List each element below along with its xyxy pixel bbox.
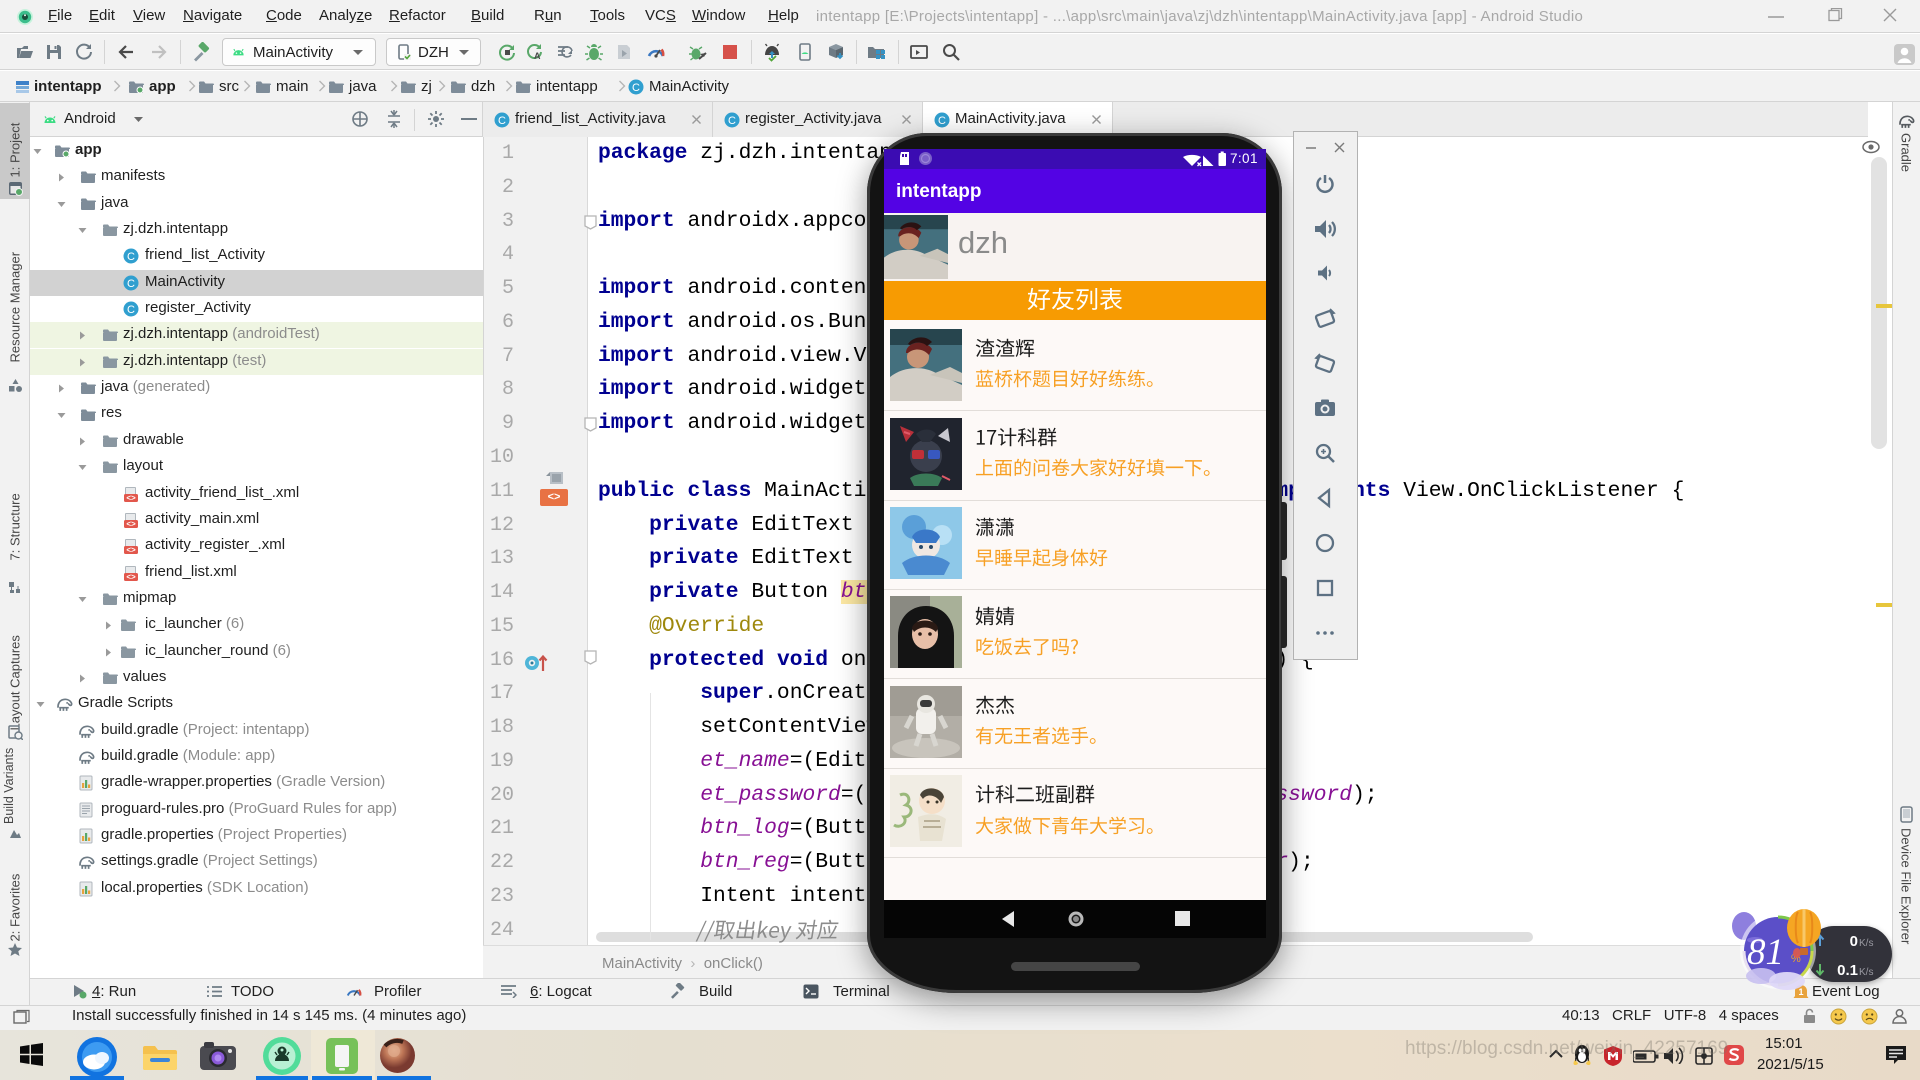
svg-text:0: 0 (1850, 933, 1858, 950)
svg-text:C: C (728, 115, 736, 127)
svg-text:K/s: K/s (1859, 967, 1873, 978)
svg-text:C: C (938, 115, 946, 127)
svg-text:<>: <> (126, 519, 136, 528)
svg-text:K/s: K/s (1859, 938, 1873, 949)
svg-text:C: C (127, 278, 135, 290)
svg-text:C: C (127, 304, 135, 316)
svg-text:C: C (632, 82, 640, 94)
svg-text:<>: <> (126, 493, 136, 502)
svg-text:81: 81 (1747, 932, 1784, 973)
svg-text:C: C (127, 251, 135, 263)
svg-text:C: C (498, 115, 506, 127)
svg-text:A: A (534, 51, 541, 61)
svg-text:<>: <> (126, 546, 136, 555)
svg-text:<>: <> (126, 572, 136, 581)
